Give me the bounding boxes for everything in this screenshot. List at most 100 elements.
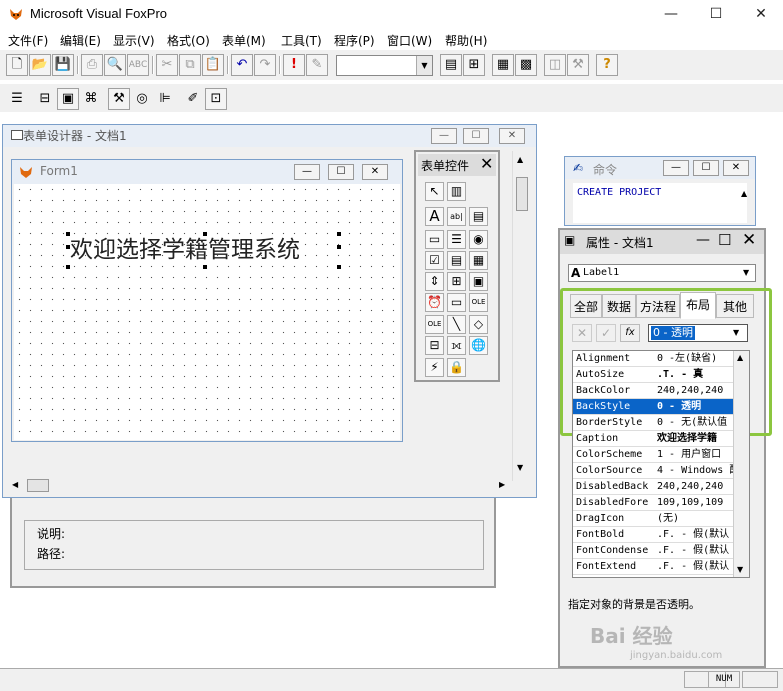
property-row[interactable]: BorderStyle 0 - 无(默认值 xyxy=(573,415,733,431)
designer-maximize-button[interactable]: ☐ xyxy=(463,128,489,144)
properties-maximize-button[interactable]: ☐ xyxy=(718,231,731,249)
checkbox-tool-icon[interactable]: ☑ xyxy=(425,251,444,270)
help-icon[interactable]: ? xyxy=(596,54,618,76)
scroll-down-icon[interactable]: ▼ xyxy=(737,565,743,574)
editbox-tool-icon[interactable]: ▤ xyxy=(469,207,488,226)
minimize-button[interactable]: — xyxy=(658,4,684,24)
property-row[interactable]: ColorScheme 1 - 用户窗口 xyxy=(573,447,733,463)
menu-view[interactable]: 显示(V) xyxy=(113,32,155,49)
modify-icon[interactable]: ✎ xyxy=(306,54,328,76)
print-icon[interactable]: ⎙ xyxy=(81,54,103,76)
grid-tool-icon[interactable]: ⊞ xyxy=(447,272,466,291)
tab-methods[interactable]: 方法程 xyxy=(636,294,680,318)
menu-file[interactable]: 文件(F) xyxy=(8,32,48,49)
property-row[interactable]: BackStyle 0 - 透明 xyxy=(573,399,733,415)
image-tool-icon[interactable]: ▣ xyxy=(469,272,488,291)
maximize-button[interactable]: ☐ xyxy=(703,4,729,24)
toolbar-combo[interactable]: ▼ xyxy=(336,55,433,76)
command-editor[interactable]: CREATE PROJECT ▲ xyxy=(573,183,747,223)
label1[interactable]: 欢迎选择学籍管理系统 xyxy=(70,230,300,264)
chevron-down-icon[interactable]: ▼ xyxy=(743,268,749,277)
spell-check-icon[interactable]: ABC xyxy=(127,54,149,76)
combobox-tool-icon[interactable]: ▤ xyxy=(447,251,466,270)
designer-minimize-button[interactable]: — xyxy=(431,128,457,144)
form-controls-toolbar-icon[interactable]: ⚒ xyxy=(108,88,130,110)
scroll-down-icon[interactable]: ▼ xyxy=(517,463,523,472)
cancel-edit-icon[interactable]: ✕ xyxy=(572,324,592,342)
data-environment-icon[interactable]: ⊟ xyxy=(34,88,56,110)
function-builder-icon[interactable]: fx xyxy=(620,324,640,342)
form1-minimize-button[interactable]: — xyxy=(294,164,320,180)
property-row[interactable]: FontBold .F. - 假(默认 xyxy=(573,527,733,543)
report-wizard-icon[interactable]: ▩ xyxy=(515,54,537,76)
button-lock-icon[interactable]: 🔒 xyxy=(447,358,466,377)
textbox-tool-icon[interactable]: ab| xyxy=(447,207,466,226)
scroll-right-icon[interactable]: ▶ xyxy=(499,480,505,489)
selection-handle[interactable] xyxy=(337,265,341,269)
palette-close-icon[interactable]: ✕ xyxy=(480,154,493,173)
command-maximize-button[interactable]: ☐ xyxy=(693,160,719,176)
menu-help[interactable]: 帮助(H) xyxy=(445,32,487,49)
tab-all[interactable]: 全部 xyxy=(570,294,602,318)
selection-handle[interactable] xyxy=(203,232,207,236)
listbox-tool-icon[interactable]: ▦ xyxy=(469,251,488,270)
set-tab-order-icon[interactable]: ☰ xyxy=(6,88,28,110)
pointer-icon[interactable]: ↖ xyxy=(425,182,444,201)
print-preview-icon[interactable]: 🔍 xyxy=(104,54,126,76)
scroll-thumb[interactable] xyxy=(516,177,528,211)
form1-close-button[interactable]: ✕ xyxy=(362,164,388,180)
properties-window-icon[interactable]: ▣ xyxy=(57,88,79,110)
build-icon[interactable]: ⚒ xyxy=(567,54,589,76)
scroll-up-icon[interactable]: ▲ xyxy=(741,189,747,198)
command-button-tool-icon[interactable]: ▭ xyxy=(425,230,444,249)
menu-program[interactable]: 程序(P) xyxy=(334,32,375,49)
command-group-tool-icon[interactable]: ☰ xyxy=(447,230,466,249)
spinner-tool-icon[interactable]: ⇕ xyxy=(425,272,444,291)
database-icon[interactable]: ◫ xyxy=(544,54,566,76)
builder-lock-icon[interactable]: ⚡ xyxy=(425,358,444,377)
copy-icon[interactable]: ⧉ xyxy=(179,54,201,76)
shape-tool-icon[interactable]: ◇ xyxy=(469,315,488,334)
redo-icon[interactable]: ↷ xyxy=(254,54,276,76)
separator-tool-icon[interactable]: ⟗ xyxy=(447,336,466,355)
property-row[interactable]: Caption 欢迎选择学籍 xyxy=(573,431,733,447)
timer-tool-icon[interactable]: ⏰ xyxy=(425,293,444,312)
data-session-icon[interactable]: ⊞ xyxy=(463,54,485,76)
form-wizard-icon[interactable]: ▦ xyxy=(492,54,514,76)
object-selector[interactable]: A Label1 ▼ xyxy=(568,264,756,282)
tab-data[interactable]: 数据 xyxy=(602,294,636,318)
horizontal-scrollbar[interactable]: ◀ ▶ xyxy=(9,477,511,495)
color-palette-icon[interactable]: ◎ xyxy=(131,88,153,110)
command-window-icon[interactable]: ▤ xyxy=(440,54,462,76)
hscroll-thumb[interactable] xyxy=(27,479,49,492)
cut-icon[interactable]: ✂ xyxy=(156,54,178,76)
form1-maximize-button[interactable]: ☐ xyxy=(328,164,354,180)
designer-close-button[interactable]: ✕ xyxy=(499,128,525,144)
property-row[interactable]: ColorSource 4 - Windows 配 xyxy=(573,463,733,479)
tab-layout[interactable]: 布局 xyxy=(680,292,716,319)
chevron-down-icon[interactable]: ▼ xyxy=(733,328,739,337)
ole-bound-tool-icon[interactable]: OLE xyxy=(425,315,444,334)
selection-handle[interactable] xyxy=(337,232,341,236)
class-library-icon[interactable]: ▥ xyxy=(447,182,466,201)
hyperlink-tool-icon[interactable]: 🌐 xyxy=(469,336,488,355)
vertical-scrollbar[interactable]: ▲ ▼ xyxy=(512,151,530,481)
menu-form[interactable]: 表单(M) xyxy=(222,32,266,49)
property-row[interactable]: DisabledFore 109,109,109 xyxy=(573,495,733,511)
new-icon[interactable]: 🗋 xyxy=(6,54,28,76)
property-grid[interactable]: Alignment 0 -左(缺省) AutoSize .T. - 真 BackColo… xyxy=(572,350,750,578)
property-scrollbar[interactable]: ▲ ▼ xyxy=(733,351,749,577)
selection-handle[interactable] xyxy=(337,245,341,249)
property-row[interactable]: AutoSize .T. - 真 xyxy=(573,367,733,383)
selection-handle[interactable] xyxy=(66,245,70,249)
label-tool-icon[interactable]: A xyxy=(425,207,444,226)
property-row[interactable]: Alignment 0 -左(缺省) xyxy=(573,351,733,367)
open-icon[interactable]: 📂 xyxy=(29,54,51,76)
form1-canvas[interactable]: 欢迎选择学籍管理系统 xyxy=(14,184,400,440)
menu-window[interactable]: 窗口(W) xyxy=(387,32,432,49)
menu-edit[interactable]: 编辑(E) xyxy=(60,32,101,49)
option-group-tool-icon[interactable]: ◉ xyxy=(469,230,488,249)
command-close-button[interactable]: ✕ xyxy=(723,160,749,176)
command-minimize-button[interactable]: — xyxy=(663,160,689,176)
ole-container-tool-icon[interactable]: OLE xyxy=(469,293,488,312)
